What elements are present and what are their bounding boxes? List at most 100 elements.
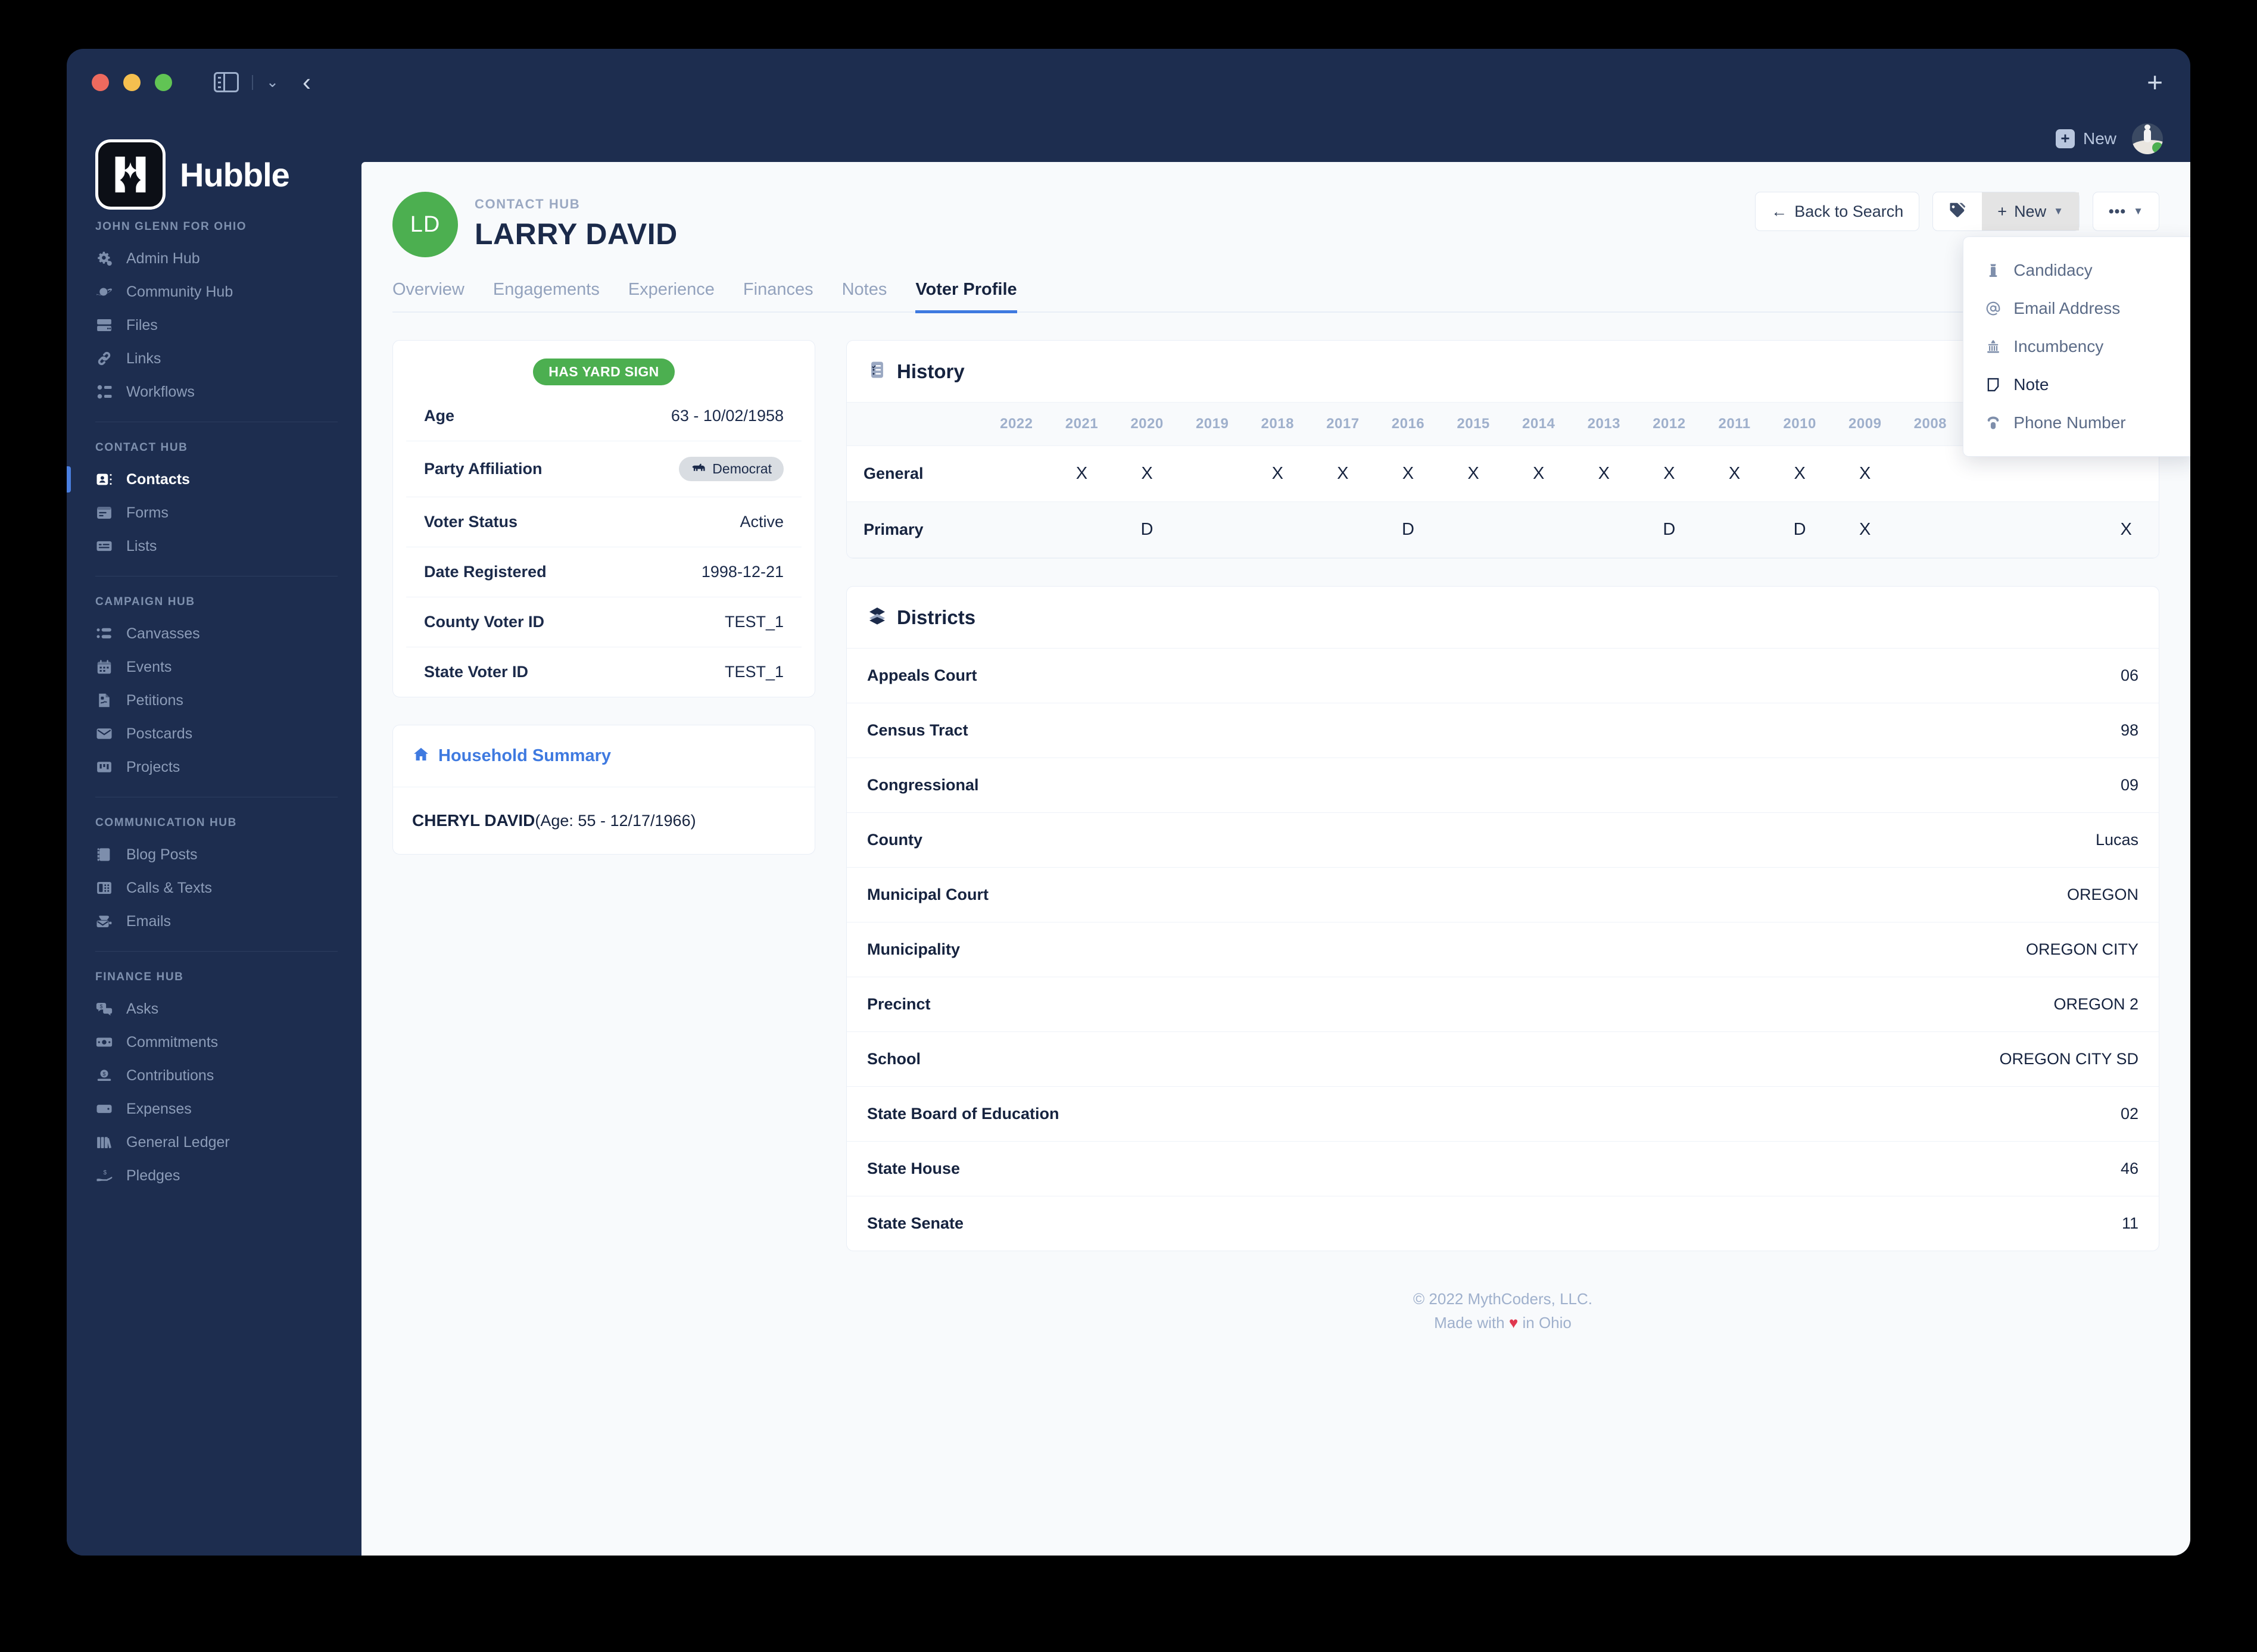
back-to-search-button[interactable]: ← Back to Search	[1755, 192, 1920, 231]
sidebar-item-label: Admin Hub	[126, 250, 200, 267]
sidebar-item-admin-hub[interactable]: Admin Hub	[67, 242, 361, 275]
page-content: LD CONTACT HUB LARRY DAVID ← Back to Sea…	[361, 162, 2190, 1556]
desktop-background: ⌄ ‹ + Hubble JOHN GLENN FOR OHIO Admin H…	[0, 0, 2257, 1652]
menu-item-note[interactable]: Note	[1963, 366, 2190, 404]
sidebar-item-calls-and-texts[interactable]: Calls & Texts	[67, 871, 361, 905]
sidebar-item-postcards[interactable]: Postcards	[67, 717, 361, 750]
history-cell: D	[1663, 520, 1676, 539]
history-year-header: 2014	[1522, 416, 1555, 432]
menu-item-phone-number[interactable]: Phone Number	[1963, 404, 2190, 442]
sidebar-item-events[interactable]: Events	[67, 650, 361, 684]
sidebar-item-label: Postcards	[126, 725, 193, 742]
mail-stack-icon	[95, 912, 113, 930]
voter-details-card: HAS YARD SIGN Age 63 - 10/02/1958 Party …	[392, 340, 815, 697]
menu-item-label: Phone Number	[2013, 413, 2126, 432]
sidebar-item-community-hub[interactable]: Community Hub	[67, 275, 361, 308]
close-window-button[interactable]	[92, 73, 109, 91]
sidebar-item-label: Commitments	[126, 1033, 219, 1051]
user-avatar[interactable]	[2132, 123, 2163, 154]
history-title: History	[897, 360, 965, 382]
content-columns: HAS YARD SIGN Age 63 - 10/02/1958 Party …	[361, 313, 2190, 1359]
sidebar-item-petitions[interactable]: Petitions	[67, 684, 361, 717]
history-row-label: Primary	[863, 520, 924, 538]
menu-item-email-address[interactable]: Email Address	[1963, 289, 2190, 328]
tab-overview[interactable]: Overview	[392, 280, 465, 313]
history-cell	[2028, 502, 2094, 558]
zoom-window-button[interactable]	[155, 73, 172, 91]
new-button-label: New	[2014, 202, 2047, 220]
district-row-appeals-court: Appeals Court 06	[847, 648, 2159, 703]
copyright-line: © 2022 MythCoders, LLC.	[1413, 1290, 1592, 1308]
new-tab-plus-icon[interactable]: +	[2147, 68, 2163, 96]
more-actions-button[interactable]: ••• ▼	[2092, 192, 2159, 231]
menu-item-candidacy[interactable]: Candidacy	[1963, 251, 2190, 289]
history-cell: X	[1533, 464, 1545, 483]
tab-voter-profile[interactable]: Voter Profile	[915, 280, 1017, 313]
household-summary-link[interactable]: Household Summary	[438, 746, 611, 766]
districts-title: Districts	[897, 606, 976, 628]
tab-experience[interactable]: Experience	[628, 280, 715, 313]
traffic-light-group	[92, 73, 172, 91]
district-row-municipal-court: Municipal Court OREGON	[847, 867, 2159, 922]
back-chevron-icon[interactable]: ‹	[303, 70, 311, 95]
sidebar-item-forms[interactable]: Forms	[67, 496, 361, 529]
arrow-left-icon: ←	[1771, 202, 1788, 220]
sidebar-toggle-icon[interactable]	[214, 72, 239, 92]
history-cell	[1571, 502, 1636, 558]
history-cell	[1898, 502, 1963, 558]
link-icon	[95, 350, 113, 367]
district-value: OREGON CITY	[2025, 940, 2138, 958]
sidebar-item-emails[interactable]: Emails	[67, 905, 361, 938]
svg-text:$: $	[100, 1003, 103, 1009]
household-summary-header[interactable]: Household Summary	[393, 725, 815, 787]
sidebar-item-label: Projects	[126, 758, 180, 775]
minimize-window-button[interactable]	[123, 73, 141, 91]
brand[interactable]: Hubble	[67, 116, 361, 217]
sidebar-item-workflows[interactable]: Workflows	[67, 375, 361, 409]
sidebar-item-files[interactable]: Files	[67, 308, 361, 342]
header-actions: ← Back to Search + New ▼ Candidacy Email…	[1755, 192, 2190, 457]
sidebar-item-blog-posts[interactable]: Blog Posts	[67, 838, 361, 871]
sidebar-item-pledges[interactable]: $ Pledges	[67, 1159, 361, 1192]
tab-engagements[interactable]: Engagements	[493, 280, 600, 313]
online-status-dot	[2152, 142, 2163, 153]
sidebar-item-canvasses[interactable]: Canvasses	[67, 617, 361, 650]
sidebar-item-asks[interactable]: $ Asks	[67, 992, 361, 1026]
menu-item-label: Note	[2013, 375, 2049, 394]
new-dropdown-button[interactable]: + New ▼	[1982, 192, 2079, 230]
tag-button[interactable]	[1933, 192, 1982, 230]
detail-row-date-registered: Date Registered 1998-12-21	[406, 547, 802, 597]
sidebar-item-expenses[interactable]: Expenses	[67, 1092, 361, 1126]
district-label: Municipality	[867, 940, 961, 958]
history-cell	[1180, 446, 1245, 502]
district-label: Precinct	[867, 995, 931, 1013]
sidebar-item-contacts[interactable]: Contacts	[67, 463, 361, 496]
tab-notes[interactable]: Notes	[842, 280, 887, 313]
form-icon	[95, 504, 113, 522]
global-new-label: New	[2083, 129, 2116, 148]
district-label: Appeals Court	[867, 666, 977, 684]
menu-item-incumbency[interactable]: Incumbency	[1963, 328, 2190, 366]
sidebar-item-links[interactable]: Links	[67, 342, 361, 375]
menu-item-label: Candidacy	[2013, 261, 2093, 279]
sidebar-section-label: JOHN GLENN FOR OHIO	[95, 220, 247, 233]
sidebar-section-contact-hub: CONTACT HUB Contacts Forms Lists	[67, 438, 361, 563]
sidebar-section-label: CAMPAIGN HUB	[95, 596, 195, 608]
sidebar-divider	[95, 951, 338, 952]
kanban-icon	[95, 758, 113, 776]
chevron-down-icon[interactable]: ⌄	[252, 74, 279, 90]
sidebar-item-label: Files	[126, 316, 158, 333]
sidebar-item-general-ledger[interactable]: General Ledger	[67, 1126, 361, 1159]
sidebar-item-contributions[interactable]: $ Contributions	[67, 1059, 361, 1092]
tab-finances[interactable]: Finances	[743, 280, 813, 313]
made-with-love-line: Made with ♥ in Ohio	[846, 1311, 2159, 1335]
plus-icon: +	[1997, 202, 2007, 220]
sidebar-item-commitments[interactable]: Commitments	[67, 1026, 361, 1059]
sidebar-item-lists[interactable]: Lists	[67, 529, 361, 563]
sidebar-item-projects[interactable]: Projects	[67, 750, 361, 784]
global-new-button[interactable]: + New	[2055, 129, 2116, 148]
district-value: 11	[2121, 1214, 2138, 1232]
district-value: OREGON 2	[2053, 995, 2138, 1013]
status-badge: HAS YARD SIGN	[533, 359, 675, 385]
history-year-header: 2017	[1326, 416, 1360, 432]
